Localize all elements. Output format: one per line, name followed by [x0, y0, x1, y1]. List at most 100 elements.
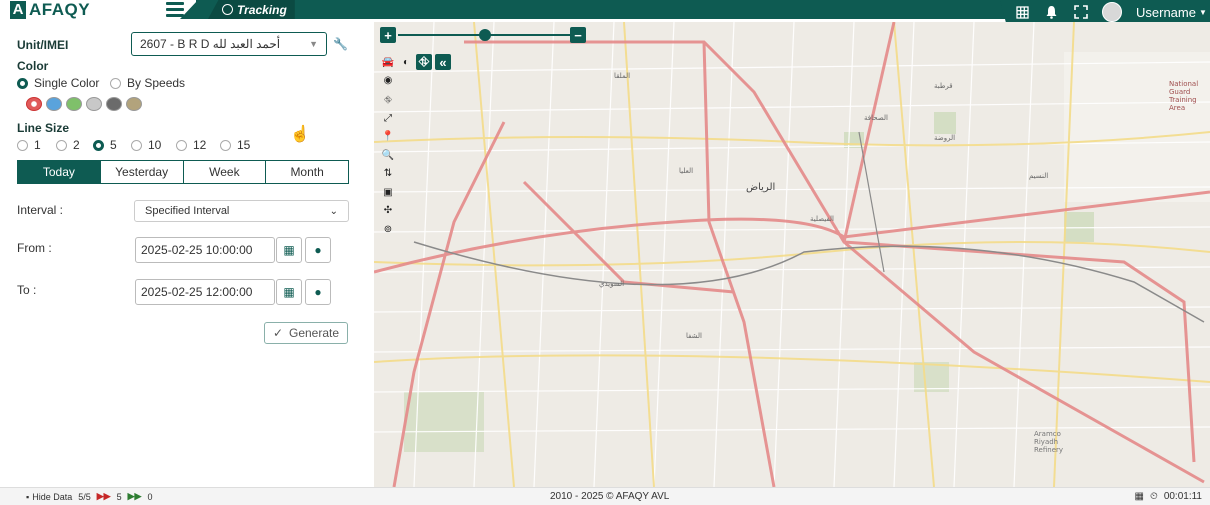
radio-button[interactable] [17, 77, 28, 89]
radio-size-15[interactable]: 15 [220, 138, 250, 152]
radio-button[interactable] [220, 139, 231, 151]
radio-button[interactable] [56, 139, 67, 151]
fullscreen-icon[interactable] [1073, 5, 1088, 20]
tab-month[interactable]: Month [265, 161, 348, 183]
radio-single-color[interactable]: Single Color [17, 76, 99, 90]
avatar[interactable] [1102, 2, 1122, 22]
layers-icon[interactable]: ◐ [398, 54, 414, 70]
username-label: Username [1136, 4, 1196, 20]
road-tool-icon[interactable]: ⛗ [380, 92, 396, 108]
user-menu[interactable]: Username ▼ [1136, 5, 1207, 20]
footer-right: ▦ ⏲ 00:01:11 [1135, 491, 1202, 502]
expand-icon[interactable]: ⤢ [380, 110, 396, 126]
calendar-icon[interactable]: ▦ [276, 279, 302, 305]
radio-button[interactable] [93, 139, 104, 151]
count-red: 5 [116, 491, 122, 502]
logo-mark-icon: A [10, 1, 26, 19]
tab-today[interactable]: Today [18, 161, 100, 183]
tab-tracking-label: Tracking [237, 2, 287, 17]
chevron-down-icon: ⌄ [329, 205, 338, 217]
tab-tracking[interactable]: Tracking [208, 0, 295, 19]
chevron-down-icon: ▼ [1198, 7, 1207, 17]
frame-icon[interactable]: ▣ [380, 184, 396, 200]
map-label-qurtubah: قرطبة [934, 82, 953, 90]
cluster-icon[interactable]: ✣ [380, 202, 396, 218]
clock-icon[interactable]: ● [305, 237, 331, 263]
radio-single-color-label: Single Color [34, 76, 100, 90]
to-label: To : [17, 283, 37, 297]
clock-icon: ⏲ [1150, 491, 1158, 502]
radio-button[interactable] [176, 139, 187, 151]
map-label-rawdah: الروضة [934, 134, 956, 142]
radio-button[interactable] [110, 77, 121, 89]
wrench-icon[interactable]: 🔧 [333, 37, 348, 51]
map-label-sahafa: الصحافة [864, 114, 888, 122]
collapse-icon[interactable]: « [435, 54, 451, 70]
green-arrow-icon: ▶▶ [127, 491, 142, 501]
bell-icon[interactable] [1044, 5, 1059, 20]
generate-button[interactable]: ✓ Generate [264, 322, 348, 344]
red-arrow-icon: ▶▶ [96, 491, 111, 501]
tab-yesterday[interactable]: Yesterday [99, 161, 183, 183]
grid-icon[interactable] [1015, 5, 1030, 20]
swatch-red[interactable] [26, 97, 42, 111]
route-icon[interactable]: ⇅ [380, 165, 396, 181]
to-datetime-input[interactable]: 2025-02-25 12:00:00 [135, 279, 275, 305]
radio-size-10[interactable]: 10 [131, 138, 161, 152]
radio-size-2[interactable]: 2 [56, 138, 80, 152]
map-pin-icon[interactable]: 📍 [380, 128, 396, 144]
zoom-out-button[interactable]: − [570, 27, 586, 43]
top-icons: Username ▼ [1015, 2, 1207, 22]
count-total: 5/5 [78, 491, 91, 502]
radio-size-5[interactable]: 5 [93, 138, 117, 152]
radio-by-speeds[interactable]: By Speeds [110, 76, 185, 90]
tab-week[interactable]: Week [182, 161, 266, 183]
copyright: 2010 - 2025 © AFAQY AVL [550, 491, 670, 502]
road-icon[interactable]: ⛗ [416, 54, 432, 70]
map-view[interactable]: الرياض الفيصلية الملقا الصحافة العليا ال… [374, 22, 1210, 487]
car-icon[interactable]: 🚘 [380, 54, 396, 70]
unit-select[interactable]: 2607 - B R D أحمد العبد لله ▼ [131, 32, 327, 56]
radio-size-label: 15 [237, 138, 251, 152]
radio-button[interactable] [17, 139, 28, 151]
from-datetime-input[interactable]: 2025-02-25 10:00:00 [135, 237, 275, 263]
radio-button[interactable] [131, 139, 142, 151]
radio-by-speeds-label: By Speeds [127, 76, 186, 90]
map-label-riyadh: الرياض [746, 182, 776, 193]
globe-icon[interactable]: ◉ [380, 72, 396, 88]
search-icon[interactable]: 🔍 [380, 147, 396, 163]
color-swatches [26, 97, 142, 111]
unit-select-value: 2607 - B R D أحمد العبد لله [140, 37, 281, 51]
radio-size-label: 2 [73, 138, 80, 152]
color-label: Color [17, 59, 49, 73]
hide-data-button[interactable]: ▪ Hide Data [26, 492, 72, 502]
calendar-icon[interactable]: ▦ [276, 237, 302, 263]
check-icon: ✓ [272, 326, 283, 340]
count-green: 0 [147, 491, 153, 502]
swatch-grey[interactable] [86, 97, 102, 111]
location-icon[interactable]: ⊚ [380, 221, 396, 237]
interval-select[interactable]: Specified Interval ⌄ [134, 200, 349, 222]
unit-label: Unit/IMEI [17, 38, 69, 52]
footer: ▪ Hide Data 5/5 ▶▶ 5 ▶▶ 0 2010 - 2025 © … [0, 487, 1210, 505]
map-label-faisaliyah: الفيصلية [810, 215, 834, 223]
logo[interactable]: A AFAQY [10, 0, 90, 20]
radio-size-1[interactable]: 1 [17, 138, 41, 152]
zoom-slider-thumb[interactable] [479, 29, 491, 41]
menu-icon[interactable] [166, 2, 184, 17]
top-bar: A AFAQY Tracking Username ▼ [0, 0, 1210, 24]
swatch-blue[interactable] [46, 97, 62, 111]
zoom-in-button[interactable]: + [380, 27, 396, 43]
radio-size-label: 12 [193, 138, 207, 152]
swatch-dark[interactable] [106, 97, 122, 111]
radio-size-12[interactable]: 12 [176, 138, 206, 152]
header-band [196, 0, 1011, 19]
generate-button-label: Generate [289, 326, 340, 340]
swatch-green[interactable] [66, 97, 82, 111]
map-label-aramco: Aramco Riyadh Refinery [1034, 430, 1064, 454]
map-label-national-guard: National Guard Training Area [1169, 80, 1199, 112]
clock-icon[interactable]: ● [305, 279, 331, 305]
timer: 00:01:11 [1163, 491, 1202, 502]
hide-data-label: Hide Data [32, 491, 73, 502]
swatch-olive[interactable] [126, 97, 142, 111]
